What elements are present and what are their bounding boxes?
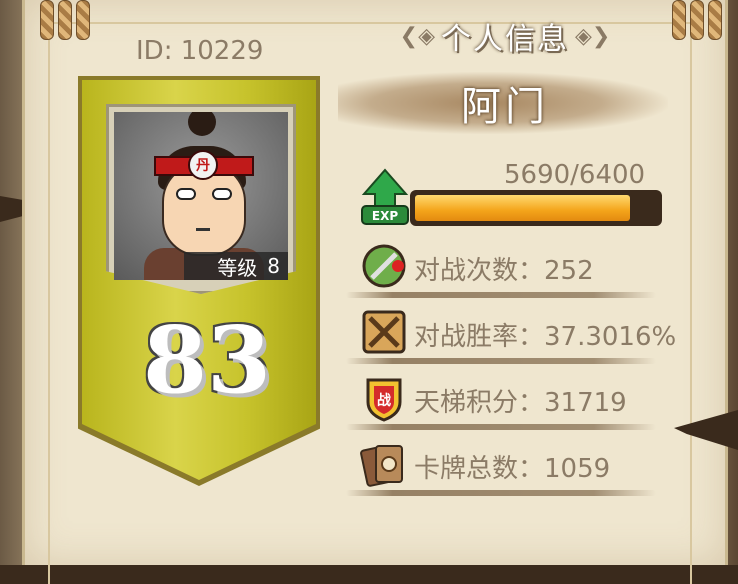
- exp-progress-fill: [415, 195, 631, 221]
- stat-row-cards: 卡牌总数：1059: [346, 440, 700, 496]
- war-char: 战: [377, 392, 391, 409]
- rope-left-3: [76, 0, 90, 40]
- war-shield-icon: 战: [366, 378, 402, 422]
- title-ornament-left-icon: ❮◈: [399, 23, 435, 49]
- rope-left-2: [58, 0, 72, 40]
- stat-label: 对战胜率：37.3016%: [414, 322, 677, 352]
- exp-text: 5690/6400: [504, 160, 646, 190]
- rope-right-3: [708, 0, 722, 40]
- avatar-mouth: [196, 228, 210, 231]
- exp-arrow-icon: EXP: [361, 168, 409, 225]
- stat-label: 天梯积分：31719: [414, 388, 627, 418]
- divider: [346, 424, 656, 430]
- rope-right: [672, 0, 686, 40]
- divider: [346, 358, 656, 364]
- stat-row-ladder: 战 天梯积分：31719: [346, 374, 700, 430]
- player-id: ID: 10229: [136, 36, 264, 66]
- divider: [346, 292, 656, 298]
- crossed-swords-icon: [362, 310, 406, 354]
- stat-row-battles: 对战次数：252: [346, 242, 700, 298]
- avatar-hair-bun: [188, 112, 216, 136]
- panel-title-text: 个人信息: [441, 22, 569, 57]
- stat-label: 对战次数：252: [414, 256, 594, 286]
- stat-label: 卡牌总数：1059: [414, 454, 611, 484]
- avatar-left-eye: [176, 188, 196, 200]
- panel-title: ❮◈ 个人信息 ◈❯: [380, 14, 630, 58]
- player-name: 阿门: [461, 84, 549, 130]
- level-value: 8: [267, 254, 280, 278]
- exp-icon-label: EXP: [372, 209, 398, 223]
- level-badge: 等级 8: [184, 252, 288, 280]
- rope-right-2: [690, 0, 704, 40]
- sword-badge-icon: [362, 244, 406, 288]
- card-deck-icon: [360, 445, 403, 487]
- rope-left: [40, 0, 54, 40]
- stat-row-winrate: 对战胜率：37.3016%: [346, 308, 700, 364]
- level-label: 等级: [217, 255, 258, 280]
- divider: [346, 490, 656, 496]
- exp-progress-bar: [410, 190, 662, 226]
- avatar-right-eye: [212, 188, 232, 200]
- headband-emblem-icon: 丹: [188, 150, 218, 180]
- title-ornament-right-icon: ◈❯: [575, 23, 611, 49]
- score-number: 83: [142, 306, 272, 414]
